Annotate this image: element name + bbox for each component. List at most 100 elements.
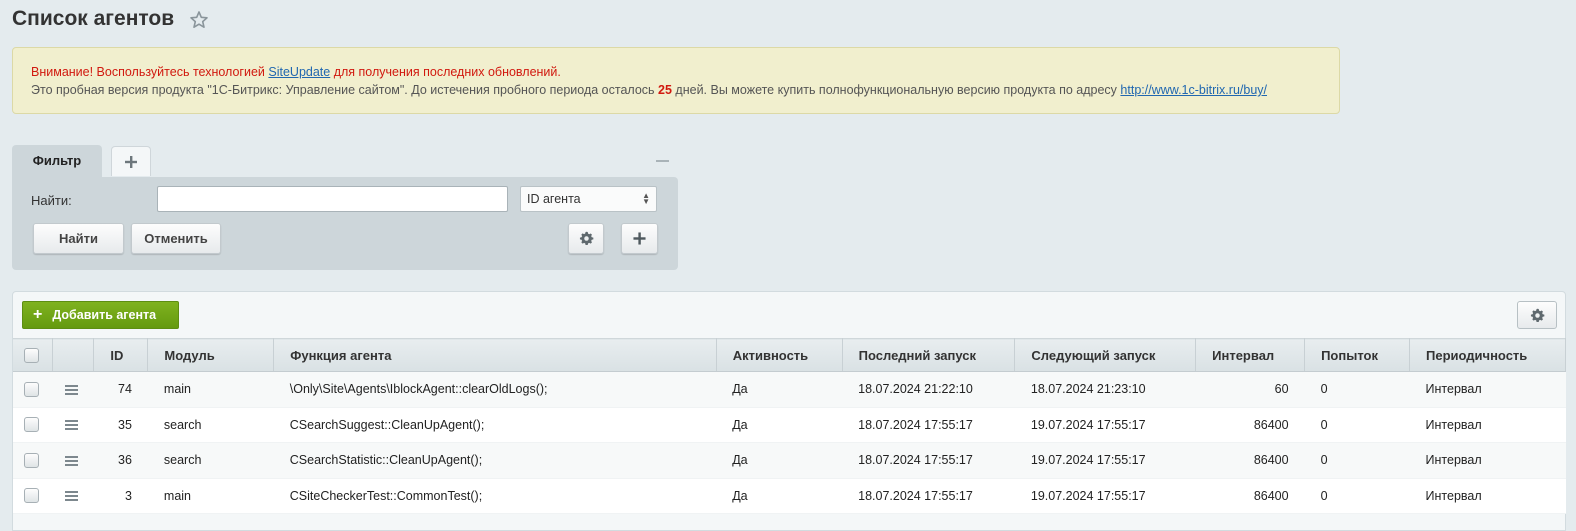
gear-icon bbox=[1530, 308, 1544, 322]
cell-interval: 86400 bbox=[1195, 407, 1305, 443]
cell-active: Да bbox=[716, 442, 843, 479]
select-all-checkbox[interactable] bbox=[24, 348, 39, 364]
page-title: Список агентов bbox=[12, 7, 175, 30]
row-checkbox-cell bbox=[13, 478, 53, 514]
table-header-row: ID Модуль Функция агента Активность Посл… bbox=[13, 338, 1566, 372]
cell-next-run: 19.07.2024 17:55:17 bbox=[1014, 478, 1196, 514]
column-header-function[interactable]: Функция агента bbox=[273, 338, 717, 372]
cell-periodicity: Интервал bbox=[1409, 371, 1566, 408]
cell-next-run: 19.07.2024 17:55:17 bbox=[1014, 407, 1196, 443]
star-icon[interactable] bbox=[189, 10, 209, 30]
row-actions-cell bbox=[52, 371, 94, 408]
column-header-interval[interactable]: Интервал bbox=[1195, 338, 1306, 372]
hamburger-icon[interactable] bbox=[64, 383, 78, 397]
row-checkbox-cell bbox=[13, 371, 53, 408]
cell-next-run: 19.07.2024 17:55:17 bbox=[1014, 442, 1196, 479]
cell-attempts: 0 bbox=[1304, 371, 1410, 408]
cell-id: 36 bbox=[93, 442, 148, 479]
filter-panel: Найти: ID агента ▲ ▼ Найти Отменить bbox=[12, 177, 678, 270]
cell-module: main bbox=[147, 478, 274, 514]
trial-notice: Внимание! Воспользуйтесь технологией Sit… bbox=[12, 47, 1340, 114]
cell-function: CSearchStatistic::CleanUpAgent(); bbox=[273, 442, 717, 479]
cancel-button[interactable]: Отменить bbox=[131, 223, 221, 254]
list-settings-button[interactable] bbox=[1517, 301, 1557, 329]
column-header-module[interactable]: Модуль bbox=[147, 338, 275, 372]
plus-icon bbox=[633, 232, 646, 245]
cell-last-run: 18.07.2024 17:55:17 bbox=[842, 442, 1015, 479]
agents-table: ID Модуль Функция агента Активность Посл… bbox=[13, 338, 1566, 514]
trial-info-middle: дней. Вы можете купить полнофункциональн… bbox=[671, 83, 1121, 97]
warning-prefix: Внимание! Воспользуйтесь технологией bbox=[31, 65, 269, 79]
column-header-last-run[interactable]: Последний запуск bbox=[842, 338, 1016, 372]
cell-periodicity: Интервал bbox=[1409, 442, 1566, 479]
row-checkbox-cell bbox=[13, 407, 53, 443]
select-all-cell bbox=[13, 338, 54, 372]
cell-function: \Only\Site\Agents\IblockAgent::clearOldL… bbox=[273, 371, 717, 408]
cell-last-run: 18.07.2024 17:55:17 bbox=[842, 407, 1015, 443]
row-checkbox[interactable] bbox=[24, 488, 39, 504]
table-row[interactable]: 36 search CSearchStatistic::CleanUpAgent()… bbox=[13, 442, 1566, 479]
cell-attempts: 0 bbox=[1304, 478, 1410, 514]
hamburger-icon[interactable] bbox=[64, 489, 78, 503]
cell-next-run: 18.07.2024 21:23:10 bbox=[1014, 371, 1196, 408]
cell-interval: 86400 bbox=[1195, 442, 1305, 479]
column-header-attempts[interactable]: Попыток bbox=[1304, 338, 1411, 372]
plus-icon bbox=[125, 155, 137, 168]
column-header-next-run[interactable]: Следующий запуск bbox=[1014, 338, 1197, 372]
agents-list: + Добавить агента ID Модуль Функция аген… bbox=[12, 291, 1566, 531]
cell-module: main bbox=[147, 371, 274, 408]
trial-info: Это пробная версия продукта "1С-Битрикс:… bbox=[31, 81, 1321, 99]
cell-module: search bbox=[147, 442, 274, 479]
cell-interval: 60 bbox=[1195, 371, 1305, 408]
table-row[interactable]: 35 search CSearchSuggest::CleanUpAgent(); Д… bbox=[13, 407, 1566, 443]
warning-suffix: для получения последних обновлений. bbox=[330, 65, 561, 79]
buy-link[interactable]: http://www.1c-bitrix.ru/buy/ bbox=[1120, 83, 1267, 97]
add-filter-field-button[interactable] bbox=[621, 223, 658, 254]
siteupdate-link[interactable]: SiteUpdate bbox=[268, 65, 330, 79]
find-label: Найти: bbox=[31, 193, 72, 208]
cell-active: Да bbox=[716, 407, 843, 443]
table-row[interactable]: 3 main CSiteCheckerTest::CommonTest(); Да 18… bbox=[13, 478, 1566, 514]
hamburger-icon[interactable] bbox=[64, 454, 78, 468]
row-actions-cell bbox=[52, 478, 94, 514]
trial-info-prefix: Это пробная версия продукта "1С-Битрикс:… bbox=[31, 83, 659, 97]
column-header-id[interactable]: ID bbox=[93, 338, 149, 372]
cell-interval: 86400 bbox=[1195, 478, 1305, 514]
update-warning: Внимание! Воспользуйтесь технологией Sit… bbox=[31, 63, 1321, 81]
filter-collapse-button[interactable] bbox=[656, 160, 669, 162]
search-input[interactable] bbox=[157, 186, 508, 212]
cell-last-run: 18.07.2024 17:55:17 bbox=[842, 478, 1015, 514]
search-field-select-value: ID агента bbox=[527, 192, 581, 206]
gear-icon bbox=[579, 231, 593, 245]
table-row[interactable]: 74 main \Only\Site\Agents\IblockAgent::cle… bbox=[13, 371, 1566, 408]
cell-periodicity: Интервал bbox=[1409, 478, 1566, 514]
cell-function: CSiteCheckerTest::CommonTest(); bbox=[273, 478, 717, 514]
cell-id: 74 bbox=[93, 371, 148, 408]
cell-active: Да bbox=[716, 371, 843, 408]
select-arrows-icon: ▲ ▼ bbox=[642, 191, 650, 206]
row-checkbox[interactable] bbox=[24, 381, 39, 397]
cell-id: 35 bbox=[93, 407, 148, 443]
cell-periodicity: Интервал bbox=[1409, 407, 1566, 443]
hamburger-icon[interactable] bbox=[64, 418, 78, 432]
page-header: Список агентов bbox=[12, 4, 209, 34]
column-header-active[interactable]: Активность bbox=[716, 338, 843, 372]
row-checkbox[interactable] bbox=[24, 417, 39, 433]
column-header-periodicity[interactable]: Периодичность bbox=[1409, 338, 1566, 372]
plus-icon: + bbox=[33, 305, 43, 323]
add-agent-button[interactable]: + Добавить агента bbox=[22, 301, 179, 329]
row-checkbox[interactable] bbox=[24, 452, 39, 468]
actions-column-header bbox=[52, 338, 95, 372]
find-button[interactable]: Найти bbox=[33, 223, 124, 254]
add-agent-label: Добавить агента bbox=[52, 308, 157, 322]
cell-id: 3 bbox=[93, 478, 148, 514]
cell-attempts: 0 bbox=[1304, 407, 1410, 443]
filter-settings-button[interactable] bbox=[568, 223, 604, 254]
row-actions-cell bbox=[52, 442, 94, 479]
cell-last-run: 18.07.2024 21:22:10 bbox=[842, 371, 1015, 408]
filter-tab[interactable]: Фильтр bbox=[12, 145, 102, 177]
cell-active: Да bbox=[716, 478, 843, 514]
cell-function: CSearchSuggest::CleanUpAgent(); bbox=[273, 407, 717, 443]
add-filter-tab-button[interactable] bbox=[111, 146, 151, 176]
search-field-select[interactable]: ID агента ▲ ▼ bbox=[520, 186, 657, 212]
